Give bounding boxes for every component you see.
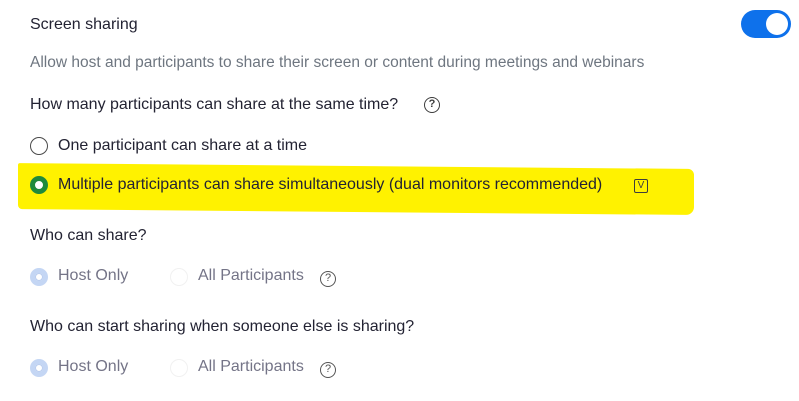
question-circle-icon[interactable]: ? bbox=[424, 97, 440, 113]
who-can-share-question: Who can share? bbox=[30, 227, 147, 244]
section-description: Allow host and participants to share the… bbox=[30, 54, 645, 71]
section-title: Screen sharing bbox=[30, 16, 138, 33]
radio-start-all-participants[interactable] bbox=[170, 359, 188, 377]
question-circle-icon[interactable]: ? bbox=[320, 362, 336, 378]
option-start-host-only-label: Host Only bbox=[58, 358, 129, 375]
radio-one-participant[interactable] bbox=[30, 137, 48, 155]
how-many-question: How many participants can share at the s… bbox=[30, 96, 399, 113]
option-one-participant-label: One participant can share at a time bbox=[58, 137, 308, 154]
radio-multiple-participants[interactable] bbox=[30, 176, 48, 194]
question-circle-icon[interactable]: ? bbox=[320, 271, 336, 287]
option-multiple-participants-label: Multiple participants can share simultan… bbox=[58, 176, 603, 193]
radio-host-only[interactable] bbox=[30, 268, 48, 286]
radio-start-host-only[interactable] bbox=[30, 359, 48, 377]
option-all-participants-label: All Participants bbox=[198, 267, 304, 284]
radio-all-participants[interactable] bbox=[170, 268, 188, 286]
screen-sharing-toggle[interactable] bbox=[741, 10, 791, 38]
option-host-only-label: Host Only bbox=[58, 267, 129, 284]
who-can-start-question: Who can start sharing when someone else … bbox=[30, 318, 415, 335]
option-start-all-participants-label: All Participants bbox=[198, 358, 304, 375]
v-badge-icon[interactable]: V bbox=[634, 179, 648, 193]
toggle-knob bbox=[766, 13, 788, 35]
